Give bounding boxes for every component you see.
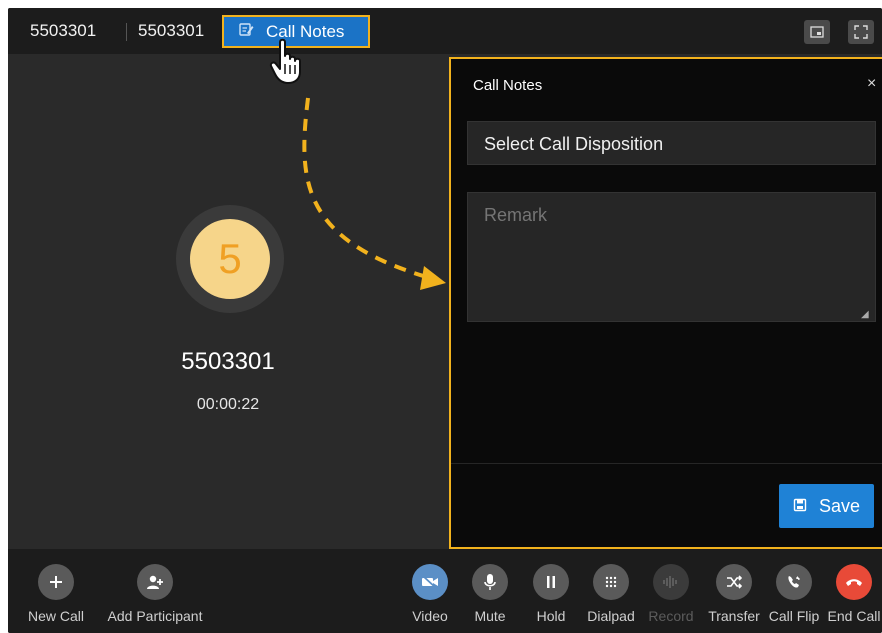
save-button[interactable]: Save [779, 484, 874, 528]
save-icon [793, 496, 807, 517]
new-call-label: New Call [27, 608, 84, 624]
header-divider [126, 23, 127, 41]
microphone-icon [472, 564, 508, 600]
pause-icon [533, 564, 569, 600]
panel-title: Call Notes [473, 77, 543, 94]
transfer-icon [716, 564, 752, 600]
call-controls-toolbar: New Call Add Participant Video Mute Hold [8, 549, 882, 633]
caller-avatar: 5 [190, 219, 270, 299]
resize-grip-icon[interactable]: ◢ [861, 309, 869, 320]
close-icon[interactable]: × [867, 75, 876, 93]
fullscreen-icon[interactable] [848, 20, 874, 44]
hand-cursor-icon [269, 38, 301, 84]
remark-textarea[interactable] [467, 192, 876, 322]
phone-flip-icon [776, 564, 812, 600]
call-disposition-select[interactable]: Select Call Disposition [467, 121, 876, 165]
notes-edit-icon [238, 21, 254, 42]
record-label: Record [648, 608, 694, 624]
add-person-icon [137, 564, 173, 600]
dialpad-icon [593, 564, 629, 600]
waveform-icon [653, 564, 689, 600]
call-notes-panel: Call Notes × Select Call Disposition ◢ S… [449, 57, 882, 549]
call-timer: 00:00:22 [196, 396, 260, 413]
caller-id-secondary: 5503301 [138, 21, 205, 40]
end-call-label: End Call [827, 608, 881, 624]
save-button-label: Save [818, 495, 861, 516]
end-call-button[interactable]: End Call [818, 564, 882, 624]
hang-up-icon [836, 564, 872, 600]
caller-id-primary: 5503301 [30, 21, 97, 40]
add-participant-button[interactable]: Add Participant [98, 564, 212, 624]
call-window: 5503301 5503301 Call Notes 5 5503301 00:… [8, 8, 882, 633]
video-off-icon [412, 564, 448, 600]
plus-icon [38, 564, 74, 600]
call-header: 5503301 5503301 Call Notes [8, 8, 882, 54]
panel-divider [451, 463, 882, 464]
record-button: Record [635, 564, 707, 624]
caller-number: 5503301 [181, 348, 275, 375]
new-call-button[interactable]: New Call [20, 564, 92, 624]
add-participant-label: Add Participant [107, 608, 203, 624]
picture-in-picture-icon[interactable] [804, 20, 830, 44]
